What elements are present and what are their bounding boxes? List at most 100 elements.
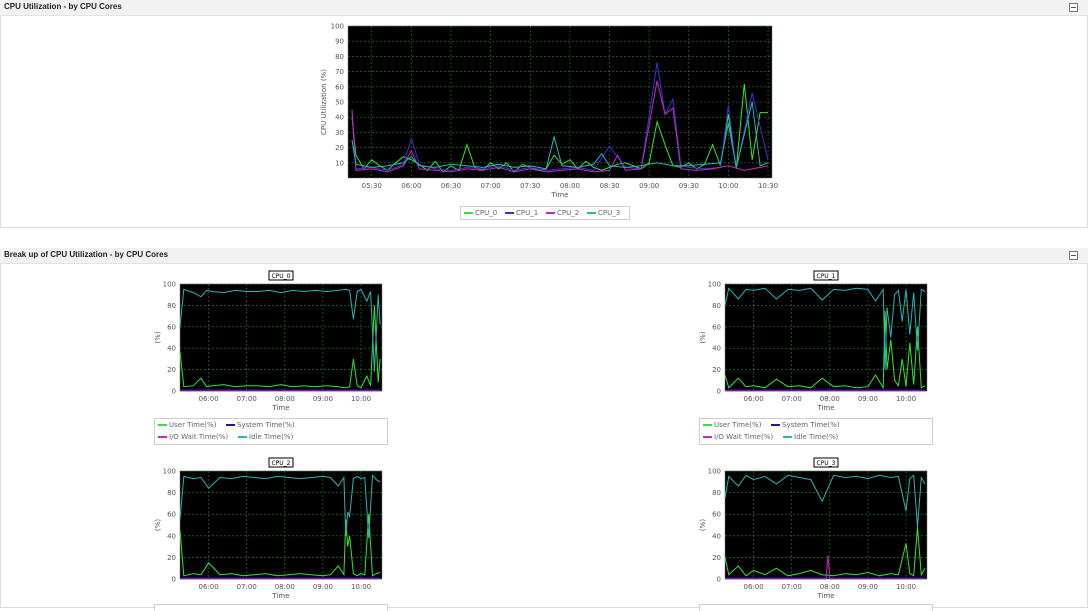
- legend-label: Idle Time(%): [249, 433, 294, 441]
- x-axis-title: Time: [271, 404, 289, 412]
- y-axis-title: (%): [699, 519, 707, 531]
- y-tick-label: 40: [167, 532, 176, 540]
- y-tick-label: 100: [708, 280, 721, 288]
- legend-label: User Time(%): [169, 421, 217, 429]
- legend-item[interactable]: System Time(%): [226, 421, 295, 429]
- y-tick-label: 70: [335, 68, 344, 76]
- legend-swatch: [771, 424, 780, 426]
- legend-label: CPU_1: [516, 209, 539, 217]
- y-tick-label: 30: [335, 129, 344, 137]
- legend-label: System Time(%): [237, 421, 295, 429]
- legend-item[interactable]: I/O Wait Time(%): [158, 433, 228, 441]
- legend-swatch: [505, 212, 514, 214]
- x-tick-label: 06:00: [198, 583, 218, 591]
- chart-title: CPU_1: [816, 273, 835, 280]
- x-tick-label: 09:00: [858, 395, 878, 403]
- chart-legend: User Time(%) System Time(%) I/O Wait Time(…: [699, 418, 933, 445]
- legend-label: I/O Wait Time(%): [169, 433, 229, 441]
- x-axis-title: Time: [271, 592, 289, 600]
- x-tick-label: 07:00: [782, 395, 802, 403]
- legend-item[interactable]: CPU_0: [464, 209, 497, 217]
- legend-swatch: [783, 436, 792, 438]
- legend-label: CPU_0: [475, 209, 498, 217]
- legend-label: User Time(%): [714, 421, 762, 429]
- y-tick-label: 60: [712, 323, 721, 331]
- y-tick-label: 80: [335, 53, 344, 61]
- y-axis-title: (%): [154, 519, 162, 531]
- x-tick-label: 07:00: [237, 583, 257, 591]
- x-tick-label: 08:30: [599, 182, 619, 190]
- x-tick-label: 07:00: [481, 182, 501, 190]
- x-tick-label: 08:00: [275, 583, 295, 591]
- x-tick-label: 09:30: [679, 182, 699, 190]
- x-tick-label: 09:00: [858, 583, 878, 591]
- y-tick-label: 80: [167, 489, 176, 497]
- x-tick-label: 06:00: [401, 182, 421, 190]
- y-tick-label: 60: [712, 511, 721, 519]
- collapse-icon[interactable]: [1069, 251, 1078, 260]
- x-tick-label: 10:30: [758, 182, 778, 190]
- cpu3-breakup-chart: 100 80 60 40 20 0 06:00 07:00 08:00 09:00 10:00 Tim…: [699, 457, 928, 600]
- legend-item[interactable]: Idle Time(%): [783, 433, 838, 441]
- y-tick-label: 80: [167, 302, 176, 310]
- y-tick-label: 60: [167, 323, 176, 331]
- legend-swatch: [464, 212, 473, 214]
- chart-title: CPU_3: [816, 460, 835, 467]
- legend-swatch: [703, 424, 712, 426]
- legend-label: Idle Time(%): [794, 433, 839, 441]
- y-tick-label: 90: [335, 38, 344, 46]
- y-tick-label: 0: [717, 387, 721, 395]
- y-tick-label: 60: [335, 83, 344, 91]
- y-tick-label: 0: [172, 387, 176, 395]
- y-tick-label: 20: [712, 554, 721, 562]
- cpu-utilization-panel: CPU Utilization - by CPU Cores 100 90 80 70…: [0, 0, 1088, 228]
- legend-swatch: [158, 436, 167, 438]
- x-tick-label: 05:30: [362, 182, 382, 190]
- x-tick-label: 06:00: [198, 395, 218, 403]
- legend-item[interactable]: CPU_1: [505, 209, 538, 217]
- legend-swatch: [226, 424, 235, 426]
- legend-item[interactable]: I/O Wait Time(%): [703, 433, 773, 441]
- y-tick-label: 20: [167, 554, 176, 562]
- cpu1-breakup-chart: 100 80 60 40 20 0 06:00 07:00 08:00 09:00 10:00 Tim…: [699, 270, 928, 412]
- plot-area: [724, 470, 928, 580]
- x-tick-label: 08:00: [820, 395, 840, 403]
- x-tick-label: 06:30: [441, 182, 461, 190]
- legend-item[interactable]: System Time(%): [771, 421, 840, 429]
- x-tick-label: 10:00: [351, 395, 371, 403]
- legend-item[interactable]: User Time(%): [703, 421, 761, 429]
- legend-item[interactable]: User Time(%): [158, 421, 216, 429]
- panel-header: Break up of CPU Utilization - by CPU Cor…: [0, 248, 1088, 264]
- legend-label: CPU_3: [598, 209, 621, 217]
- y-tick-label: 0: [717, 575, 721, 583]
- y-tick-label: 80: [712, 489, 721, 497]
- x-tick-label: 07:00: [782, 583, 802, 591]
- x-tick-label: 06:00: [743, 583, 763, 591]
- legend-item[interactable]: Idle Time(%): [238, 433, 293, 441]
- y-tick-label: 100: [163, 280, 176, 288]
- x-tick-label: 09:00: [639, 182, 659, 190]
- y-tick-label: 10: [335, 159, 344, 167]
- legend-swatch: [703, 436, 712, 438]
- legend-item[interactable]: CPU_3: [587, 209, 620, 217]
- x-tick-label: 07:00: [237, 395, 257, 403]
- y-tick-label: 60: [167, 511, 176, 519]
- legend-label: System Time(%): [782, 421, 840, 429]
- panel-title: Break up of CPU Utilization - by CPU Cor…: [4, 250, 169, 259]
- y-tick-label: 100: [163, 467, 176, 475]
- x-tick-label: 08:00: [560, 182, 580, 190]
- x-tick-label: 10:00: [351, 583, 371, 591]
- legend-swatch: [546, 212, 555, 214]
- legend-item[interactable]: CPU_2: [546, 209, 579, 217]
- legend-swatch: [238, 436, 247, 438]
- cpu2-breakup-chart: 100 80 60 40 20 0 06:00 07:00 08:00 09:00 10:00 Tim…: [154, 457, 383, 600]
- y-axis-title: (%): [154, 331, 162, 343]
- x-tick-label: 08:00: [820, 583, 840, 591]
- y-tick-label: 20: [712, 366, 721, 374]
- y-tick-label: 100: [331, 22, 344, 30]
- y-tick-label: 20: [167, 366, 176, 374]
- y-tick-label: 0: [172, 575, 176, 583]
- y-tick-label: 40: [712, 345, 721, 353]
- y-tick-label: 80: [712, 302, 721, 310]
- y-tick-label: 40: [712, 532, 721, 540]
